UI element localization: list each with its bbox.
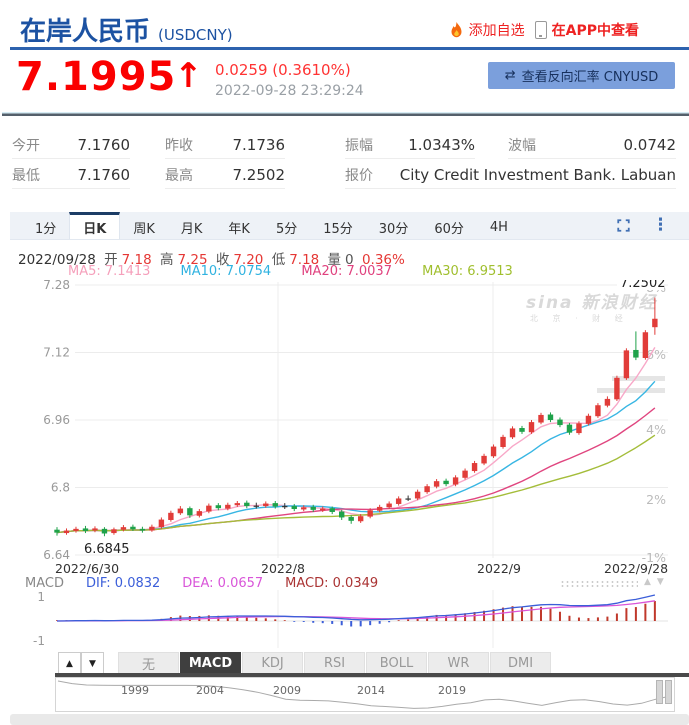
section-divider	[2, 112, 689, 116]
indicator-tab-KDJ[interactable]: KDJ	[242, 652, 303, 675]
indicator-tab-无[interactable]: 无	[118, 652, 179, 675]
svg-text:6%: 6%	[646, 347, 666, 362]
period-tab-5分[interactable]: 5分	[263, 212, 310, 239]
navigator-grip-left[interactable]	[656, 680, 663, 704]
indicator-up-button[interactable]: ▲	[58, 652, 81, 675]
macd-collapse-arrows[interactable]: ▲▼	[644, 577, 670, 587]
svg-text:2%: 2%	[646, 492, 666, 507]
footer-bar	[10, 714, 689, 725]
macd-chart[interactable]: 1 -1	[0, 588, 689, 650]
more-options-icon[interactable]: ⋮	[652, 215, 669, 235]
ma5-value: MA5: 7.1413	[68, 264, 150, 279]
price-change: 0.0259 (0.3610%)	[215, 61, 351, 79]
stat-open: 今开7.1760	[12, 131, 130, 159]
navigator-year-label: 2014	[357, 684, 385, 697]
period-tab-15分[interactable]: 15分	[310, 212, 366, 239]
navigator-year-label: 2009	[273, 684, 301, 697]
stat-amplitude: 振幅1.0343%	[345, 131, 475, 159]
svg-text:7.2502: 7.2502	[620, 280, 666, 291]
stat-low: 最低7.1760	[12, 161, 130, 189]
svg-text:6.64: 6.64	[43, 548, 70, 562]
x-axis-label: 2022/9	[477, 561, 521, 576]
indicator-tab-WR[interactable]: WR	[428, 652, 489, 675]
x-axis-label: 2022/6/30	[55, 561, 119, 576]
phone-icon	[535, 21, 547, 39]
svg-text:-1: -1	[33, 634, 45, 648]
fullscreen-icon[interactable]	[616, 218, 631, 237]
stat-quote-source: 报价City Credit Investment Bank. Labuan	[345, 161, 676, 189]
stat-high: 最高7.2502	[165, 161, 285, 189]
svg-text:6.96: 6.96	[43, 413, 70, 427]
svg-text:7.28: 7.28	[43, 280, 70, 292]
candlestick-chart[interactable]: 7.287.126.966.86.648%6%4%2%-1%7.25026.68…	[0, 280, 689, 562]
stat-prev-close: 昨收7.1736	[165, 131, 285, 159]
period-tab-60分[interactable]: 60分	[421, 212, 477, 239]
navigator-year-label: 2004	[196, 684, 224, 697]
period-tab-bar: 1分日K周K月K年K5分15分30分60分4H	[10, 212, 689, 240]
ma30-value: MA30: 6.9513	[422, 264, 513, 279]
indicator-tab-BOLL[interactable]: BOLL	[366, 652, 427, 675]
period-tab-30分[interactable]: 30分	[366, 212, 422, 239]
page-title: 在岸人民币 (USDCNY)	[20, 11, 233, 48]
add-watchlist-link[interactable]: 添加自选	[449, 20, 525, 40]
reverse-rate-label: 查看反向汇率 CNYUSD	[522, 66, 659, 85]
svg-text:6.8: 6.8	[51, 481, 70, 495]
header-links: 添加自选 在APP中查看	[449, 20, 639, 40]
instrument-symbol: (USDCNY)	[158, 26, 233, 44]
period-tab-1分[interactable]: 1分	[22, 212, 69, 239]
indicator-tab-bar: 无MACDKDJRSIBOLLWRDMI	[118, 652, 552, 675]
stat-range: 波幅0.0742	[508, 131, 676, 159]
header-divider	[10, 47, 689, 50]
svg-text:1: 1	[37, 590, 45, 604]
svg-text:7.12: 7.12	[43, 346, 70, 360]
quote-timestamp: 2022-09-28 23:29:24	[215, 83, 364, 99]
x-axis-label: 2022/8	[261, 561, 305, 576]
ma-info-line: MA5: 7.1413 MA10: 7.0754 MA20: 7.0037 MA…	[68, 264, 539, 279]
navigator-grip-right[interactable]	[665, 680, 672, 704]
view-in-app-link[interactable]: 在APP中查看	[535, 20, 639, 40]
usdcny-quote-page: 在岸人民币 (USDCNY) 添加自选 在APP中查看 7.1995 ↑ 0.02…	[0, 0, 689, 725]
svg-text:6.6845: 6.6845	[84, 542, 130, 557]
period-tab-4H[interactable]: 4H	[477, 212, 521, 239]
price-up-arrow-icon: ↑	[174, 56, 203, 96]
period-tab-周K[interactable]: 周K	[120, 212, 168, 239]
indicator-tab-DMI[interactable]: DMI	[490, 652, 551, 675]
indicator-tab-MACD[interactable]: MACD	[180, 652, 241, 675]
swap-icon: ⇄	[505, 68, 516, 83]
current-price: 7.1995	[16, 54, 176, 100]
instrument-name: 在岸人民币	[20, 17, 150, 47]
reverse-rate-button[interactable]: ⇄ 查看反向汇率 CNYUSD	[488, 62, 675, 89]
period-tab-月K[interactable]: 月K	[168, 212, 216, 239]
period-tab-日K[interactable]: 日K	[69, 212, 120, 239]
ma10-value: MA10: 7.0754	[181, 264, 272, 279]
period-tab-年K[interactable]: 年K	[215, 212, 263, 239]
view-in-app-label: 在APP中查看	[552, 20, 639, 40]
svg-text:4%: 4%	[646, 422, 666, 437]
ma20-value: MA20: 7.0037	[301, 264, 392, 279]
indicator-down-button[interactable]: ▼	[81, 652, 104, 675]
indicator-tab-RSI[interactable]: RSI	[304, 652, 365, 675]
navigator-year-label: 2019	[438, 684, 466, 697]
flame-icon	[449, 22, 464, 39]
x-axis-label: 2022/9/28	[604, 561, 668, 576]
add-watchlist-label: 添加自选	[469, 20, 525, 40]
navigator-year-label: 1999	[121, 684, 149, 697]
